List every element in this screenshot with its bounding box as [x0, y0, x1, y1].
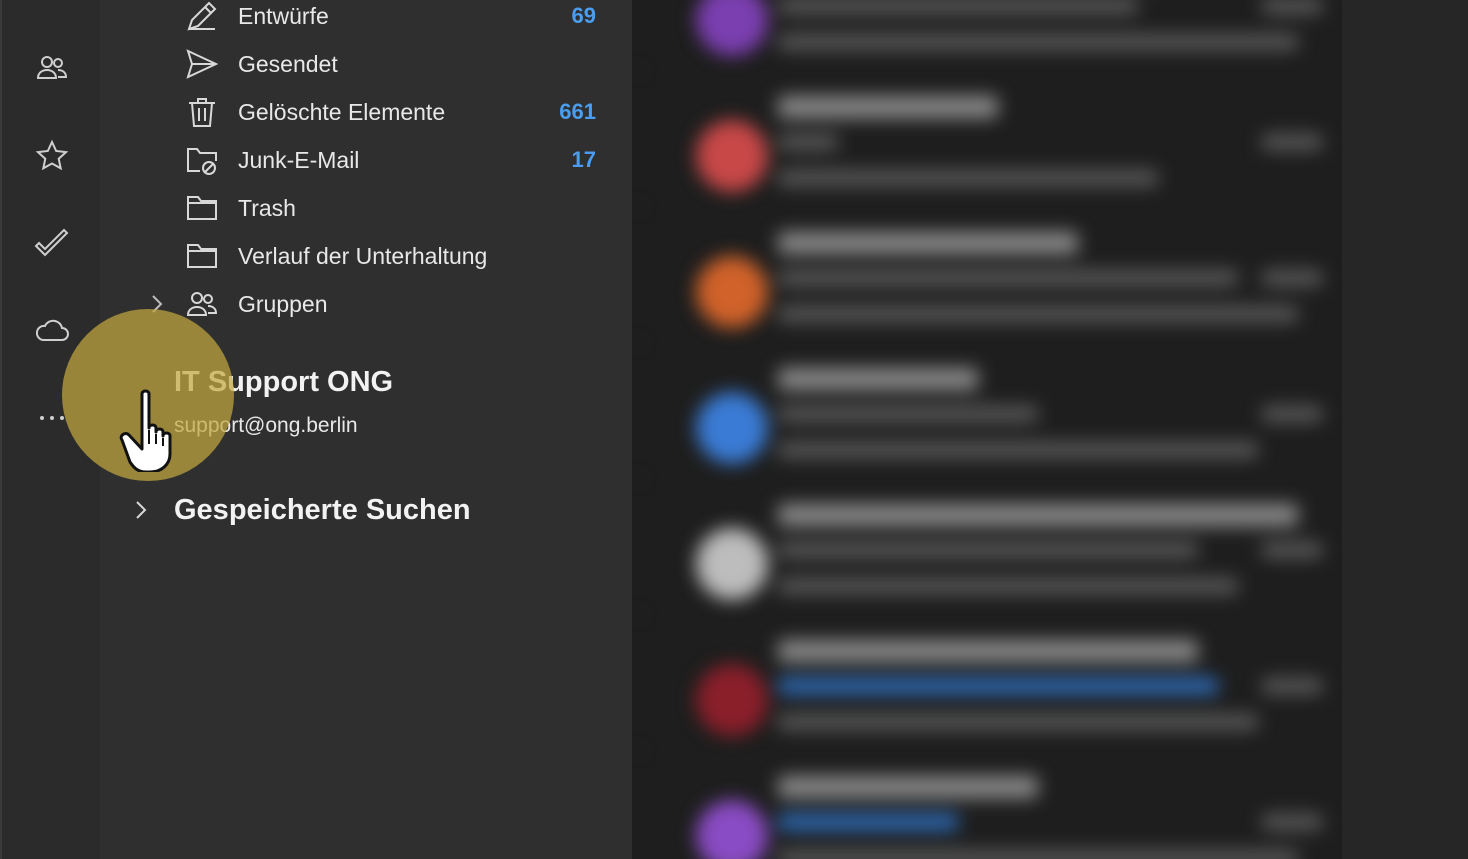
message-preview-placeholder	[778, 306, 1298, 322]
message-preview-placeholder	[778, 850, 1298, 859]
message-preview-placeholder	[778, 578, 1238, 594]
junk-folder-icon	[184, 142, 220, 178]
avatar	[696, 0, 768, 56]
folder-item-junk[interactable]: Junk-E-Mail 17	[100, 136, 632, 184]
reading-pane	[1342, 0, 1468, 859]
folder-label: Entwürfe	[238, 2, 329, 29]
message-preview-placeholder	[778, 542, 1198, 558]
folder-label: Gesendet	[238, 50, 338, 77]
avatar	[696, 664, 768, 736]
message-preview-placeholder	[778, 96, 998, 118]
avatar	[696, 256, 768, 328]
hand-pointer-icon	[119, 389, 172, 472]
message-preview-placeholder	[778, 406, 1038, 422]
star-icon[interactable]	[28, 132, 76, 180]
folder-label: Junk-E-Mail	[238, 146, 360, 173]
message-preview-placeholder	[778, 678, 1218, 694]
message-preview-placeholder	[1262, 270, 1322, 286]
avatar	[696, 392, 768, 464]
message-row[interactable]	[632, 750, 1342, 859]
avatar	[696, 800, 768, 859]
folder-item-drafts[interactable]: Entwürfe 69	[100, 0, 632, 40]
unread-count: 661	[559, 99, 596, 124]
message-preview-placeholder	[778, 0, 1138, 14]
message-preview-placeholder	[778, 368, 978, 390]
message-row[interactable]	[632, 614, 1342, 750]
folder-icon	[184, 190, 220, 226]
message-preview-placeholder	[778, 640, 1198, 662]
checkmark-icon[interactable]	[28, 218, 76, 266]
folder-item-conversation-history[interactable]: Verlauf der Unterhaltung	[100, 232, 632, 280]
message-row[interactable]	[632, 342, 1342, 478]
folder-label: Gelöschte Elemente	[238, 98, 446, 125]
message-preview-placeholder	[778, 232, 1078, 254]
message-preview-placeholder	[778, 776, 1038, 798]
message-preview-placeholder	[1262, 814, 1322, 830]
message-preview-placeholder	[778, 504, 1298, 526]
message-preview-placeholder	[1262, 0, 1322, 14]
cloud-icon[interactable]	[28, 306, 76, 354]
folder-icon	[184, 238, 220, 274]
saved-searches-label: Gespeicherte Suchen	[174, 493, 471, 526]
message-row[interactable]	[632, 0, 1342, 70]
message-preview-placeholder	[778, 170, 1158, 186]
folder-label: Gruppen	[238, 290, 328, 317]
avatar	[696, 528, 768, 600]
folder-item-trash[interactable]: Trash	[100, 184, 632, 232]
people-icon[interactable]	[28, 44, 76, 92]
unread-count: 69	[571, 3, 596, 28]
send-icon	[184, 46, 220, 82]
folder-item-sent[interactable]: Gesendet	[100, 40, 632, 88]
message-row[interactable]	[632, 478, 1342, 614]
message-preview-placeholder	[778, 814, 958, 830]
message-preview-placeholder	[778, 34, 1298, 50]
chevron-right-icon[interactable]	[130, 497, 152, 523]
folder-item-deleted[interactable]: Gelöschte Elemente 661	[100, 88, 632, 136]
trash-icon	[184, 94, 220, 130]
message-preview-placeholder	[778, 442, 1258, 458]
message-preview-placeholder	[778, 714, 1258, 730]
folder-label: Verlauf der Unterhaltung	[238, 242, 488, 269]
message-row[interactable]	[632, 206, 1342, 342]
message-preview-placeholder	[1262, 542, 1322, 558]
unread-count: 17	[571, 147, 596, 172]
draft-pencil-icon	[184, 0, 220, 34]
folder-label: Trash	[238, 194, 296, 221]
message-list	[632, 0, 1342, 859]
message-preview-placeholder	[1262, 678, 1322, 694]
message-preview-placeholder	[1262, 406, 1322, 422]
message-row[interactable]	[632, 70, 1342, 206]
groups-icon	[184, 286, 220, 322]
avatar	[696, 120, 768, 192]
saved-searches[interactable]: Gespeicherte Suchen	[130, 490, 471, 530]
message-preview-placeholder	[1262, 134, 1322, 150]
message-preview-placeholder	[778, 270, 1238, 286]
message-preview-placeholder	[778, 134, 838, 150]
